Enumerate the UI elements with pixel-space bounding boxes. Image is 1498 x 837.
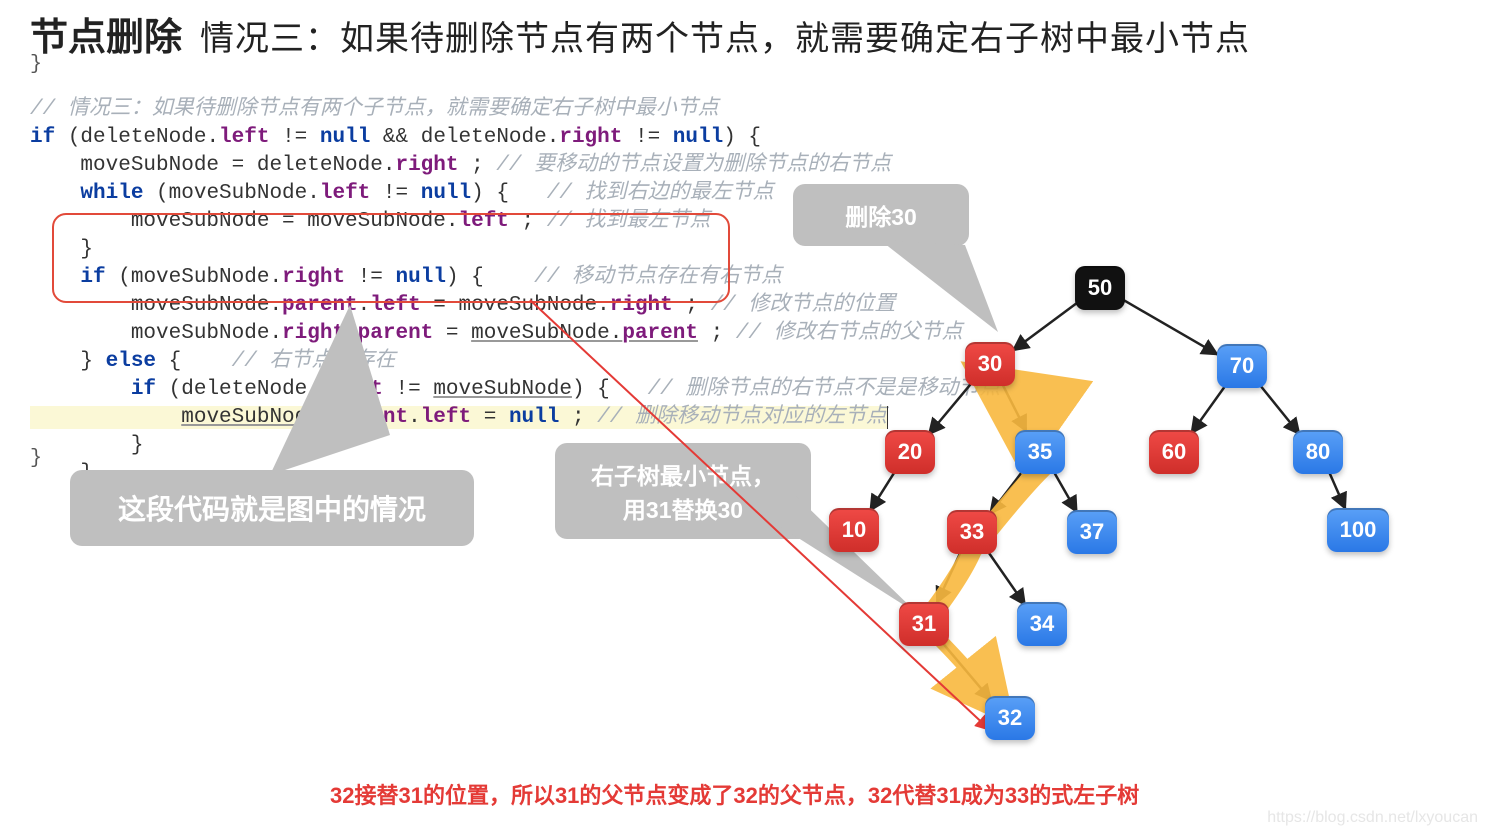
callout-this-code: 这段代码就是图中的情况 xyxy=(70,470,474,546)
tree-node-34: 34 xyxy=(1017,602,1067,646)
callout-text: 这段代码就是图中的情况 xyxy=(118,494,426,525)
callout-delete-30: 删除30 xyxy=(793,184,969,246)
callout-text: 删除30 xyxy=(845,204,917,230)
code-block: // 情况三：如果待删除节点有两个子节点，就需要确定右子树中最小节点 if (d… xyxy=(30,68,1000,516)
tree-node-20: 20 xyxy=(885,430,935,474)
title-sub: 情况三：如果待删除节点有两个节点，就需要确定右子树中最小节点 xyxy=(200,11,1250,60)
page-title: 节点删除 情况三：如果待删除节点有两个节点，就需要确定右子树中最小节点 xyxy=(30,6,1250,61)
code-line: moveSubNode = deleteNode.right ; // 要移动的… xyxy=(30,154,891,177)
code-line: if (moveSubNode.right != null) { // 移动节点… xyxy=(30,266,782,289)
callout-replace-31: 右子树最小节点， 用31替换30 xyxy=(555,443,811,539)
tree-node-33: 33 xyxy=(947,510,997,554)
tree-node-60: 60 xyxy=(1149,430,1199,474)
code-line: moveSubNode = moveSubNode.left ; // 找到最左… xyxy=(30,210,711,233)
tree-node-10: 10 xyxy=(829,508,879,552)
code-line: } xyxy=(30,238,93,261)
code-line: moveSubNode.parent.left = null ; // 删除移动… xyxy=(30,406,888,429)
code-line: while (moveSubNode.left != null) { // 找到… xyxy=(30,182,774,205)
tree-node-32: 32 xyxy=(985,696,1035,740)
tree-node-50: 50 xyxy=(1075,266,1125,310)
code-line: moveSubNode.right.parent = moveSubNode.p… xyxy=(30,322,963,345)
tree-node-37: 37 xyxy=(1067,510,1117,554)
close-brace: } xyxy=(30,447,42,470)
tree-node-31: 31 xyxy=(899,602,949,646)
title-main: 节点删除 xyxy=(30,6,182,61)
callout-text: 用31替换30 xyxy=(623,497,743,523)
tree-node-70: 70 xyxy=(1217,344,1267,388)
code-line: if (deleteNode.left != null && deleteNod… xyxy=(30,126,761,149)
callout-text: 右子树最小节点， xyxy=(591,463,775,489)
watermark: https://blog.csdn.net/lxyoucan xyxy=(1267,809,1478,827)
code-line: } else { // 右节点不存在 xyxy=(30,350,395,373)
tree-node-30: 30 xyxy=(965,342,1015,386)
tree-node-80: 80 xyxy=(1293,430,1343,474)
code-line: if (deleteNode.right != moveSubNode) { /… xyxy=(30,378,1000,401)
tree-node-100: 100 xyxy=(1327,508,1389,552)
code-line: moveSubNode.parent.left = moveSubNode.ri… xyxy=(30,294,895,317)
code-line: } xyxy=(30,434,143,457)
tree-node-35: 35 xyxy=(1015,430,1065,474)
code-line: // 情况三：如果待删除节点有两个子节点，就需要确定右子树中最小节点 xyxy=(30,98,719,121)
footer-explanation: 32接替31的位置，所以31的父节点变成了32的父节点，32代替31成为33的式… xyxy=(330,778,1139,810)
